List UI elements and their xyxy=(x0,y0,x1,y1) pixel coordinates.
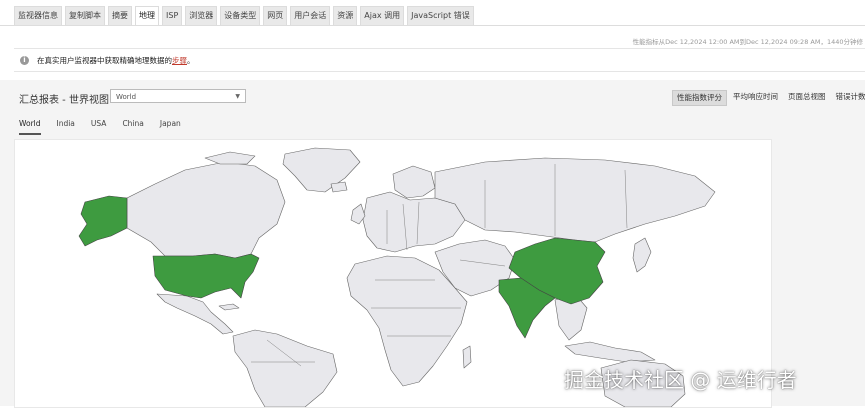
indonesia xyxy=(565,342,655,362)
tab-item[interactable]: Ajax 调用 xyxy=(360,6,404,26)
report-title: 汇总报表 - 世界视图 xyxy=(19,91,109,106)
tab-item[interactable]: 设备类型 xyxy=(220,6,260,26)
mexico xyxy=(157,294,233,334)
region-select-value: World xyxy=(116,93,136,101)
metric-view-buttons: 性能指数评分平均响应时间页面总视图错误计数 xyxy=(672,90,865,106)
iceland xyxy=(331,182,347,192)
greenland xyxy=(283,148,360,192)
tab-item[interactable]: 复制脚本 xyxy=(65,6,105,26)
russia xyxy=(435,158,715,242)
map-tab-japan[interactable]: Japan xyxy=(160,119,181,135)
tab-divider xyxy=(0,25,865,26)
metric-view-button[interactable]: 错误计数 xyxy=(832,90,865,104)
tab-item[interactable]: 地理 xyxy=(135,6,159,26)
map-tab-india[interactable]: India xyxy=(57,119,75,135)
tab-item[interactable]: JavaScript 错误 xyxy=(407,6,474,26)
canada xyxy=(127,162,285,258)
map-tab-world[interactable]: World xyxy=(19,119,41,135)
region-select[interactable]: World ▼ xyxy=(110,89,246,103)
tab-item[interactable]: 用户会话 xyxy=(290,6,330,26)
watermark: 掘金技术社区 @ 运维行者 xyxy=(564,364,797,393)
map-tab-china[interactable]: China xyxy=(122,119,143,135)
metric-view-button[interactable]: 平均响应时间 xyxy=(729,90,782,104)
madagascar xyxy=(463,346,471,368)
tab-item[interactable]: 资源 xyxy=(333,6,357,26)
chevron-down-icon: ▼ xyxy=(235,90,240,104)
info-icon: i xyxy=(20,56,29,65)
tab-item[interactable]: ISP xyxy=(162,6,182,26)
arctic-islands xyxy=(205,152,255,164)
tab-item[interactable]: 监视器信息 xyxy=(14,6,62,26)
uk xyxy=(351,204,365,224)
metric-view-button[interactable]: 页面总视图 xyxy=(784,90,830,104)
caribbean xyxy=(219,304,239,310)
top-tab-bar: 监视器信息复制脚本摘要地理ISP浏览器设备类型网页用户会话资源Ajax 调用Ja… xyxy=(14,6,474,26)
metric-view-button[interactable]: 性能指数评分 xyxy=(672,90,727,106)
time-range-text: 性能指标从Dec 12,2024 12:00 AM到Dec 12,2024 09… xyxy=(633,36,863,46)
tab-item[interactable]: 浏览器 xyxy=(185,6,217,26)
info-notice: i 在真实用户监视器中获取精确地理数据的步骤。 xyxy=(14,48,865,72)
notice-text: 在真实用户监视器中获取精确地理数据的 xyxy=(37,55,172,66)
notice-steps-link[interactable]: 步骤 xyxy=(172,55,187,66)
scandinavia xyxy=(393,166,435,198)
alaska xyxy=(79,196,127,246)
notice-suffix: 。 xyxy=(187,55,195,66)
south-america xyxy=(233,330,337,407)
japan xyxy=(633,238,651,272)
tab-item[interactable]: 摘要 xyxy=(108,6,132,26)
map-region-tabs: World India USA China Japan xyxy=(19,119,181,135)
tab-item[interactable]: 网页 xyxy=(263,6,287,26)
usa xyxy=(153,254,259,298)
map-tab-usa[interactable]: USA xyxy=(91,119,107,135)
